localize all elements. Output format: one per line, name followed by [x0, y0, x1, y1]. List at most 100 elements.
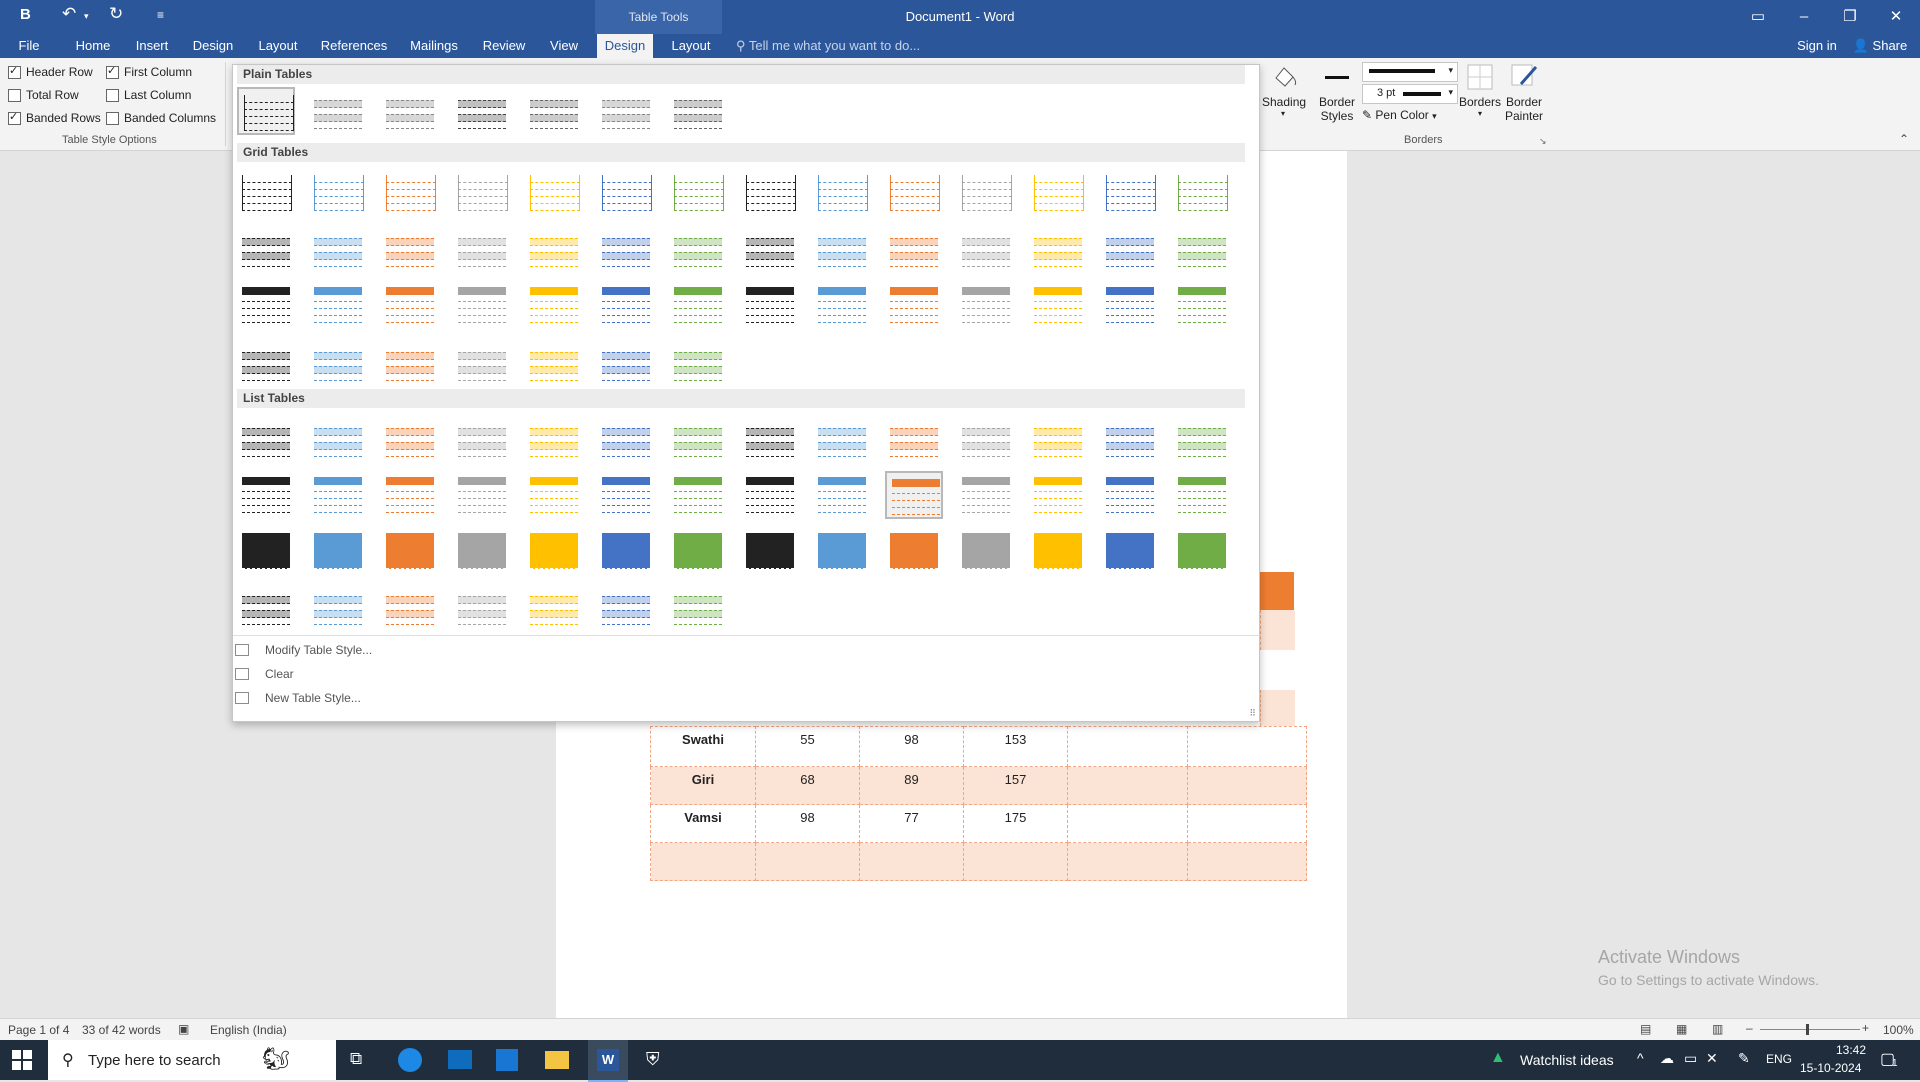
- grid-table-style[interactable]: [525, 281, 583, 329]
- table-cell[interactable]: [1067, 766, 1188, 805]
- grid-table-style[interactable]: [1029, 169, 1087, 217]
- proofing-icon[interactable]: ▣: [178, 1022, 189, 1036]
- list-table-style[interactable]: [525, 527, 583, 575]
- grid-table-style[interactable]: [597, 225, 655, 273]
- word-count[interactable]: 33 of 42 words: [82, 1023, 161, 1037]
- list-table-style[interactable]: [597, 527, 655, 575]
- grid-table-style[interactable]: [453, 281, 511, 329]
- list-table-style[interactable]: [957, 471, 1015, 519]
- collapse-ribbon-icon[interactable]: ⌃: [1899, 132, 1909, 146]
- grid-table-style[interactable]: [453, 225, 511, 273]
- tab-references[interactable]: References: [318, 34, 390, 58]
- grid-table-style[interactable]: [309, 169, 367, 217]
- table-row[interactable]: Vamsi 98 77 175: [650, 804, 1307, 843]
- list-table-style[interactable]: [597, 415, 655, 463]
- read-mode-icon[interactable]: ▤: [1640, 1022, 1651, 1036]
- clock-time[interactable]: 13:42: [1806, 1043, 1866, 1057]
- grid-table-style[interactable]: [309, 281, 367, 329]
- zoom-slider[interactable]: [1760, 1029, 1860, 1030]
- list-table-style[interactable]: [237, 415, 295, 463]
- grid-table-style[interactable]: [885, 281, 943, 329]
- list-table-style[interactable]: [669, 527, 727, 575]
- list-table-style[interactable]: [381, 471, 439, 519]
- list-table-style[interactable]: [1029, 527, 1087, 575]
- list-table-style[interactable]: [453, 527, 511, 575]
- list-table-style[interactable]: [1101, 415, 1159, 463]
- list-table-style[interactable]: [885, 527, 943, 575]
- table-cell[interactable]: Swathi: [650, 726, 756, 767]
- security-shield-icon[interactable]: ⛨: [646, 1049, 660, 1070]
- border-styles-button[interactable]: Border Styles: [1315, 62, 1359, 123]
- grid-table-style[interactable]: [237, 281, 295, 329]
- watchlist-widget[interactable]: Watchlist ideas: [1520, 1052, 1614, 1068]
- table-cell[interactable]: 55: [755, 726, 860, 767]
- list-table-style[interactable]: [453, 415, 511, 463]
- customize-qat-icon[interactable]: ≡: [157, 8, 164, 22]
- language-status[interactable]: English (India): [210, 1023, 287, 1037]
- clear-item[interactable]: Clear: [235, 667, 294, 681]
- table-cell[interactable]: [1187, 726, 1307, 767]
- grid-table-style[interactable]: [1173, 169, 1231, 217]
- grid-table-style[interactable]: [453, 169, 511, 217]
- table-cell[interactable]: 153: [963, 726, 1068, 767]
- grid-table-style[interactable]: [597, 169, 655, 217]
- grid-table-style[interactable]: [381, 339, 439, 387]
- borders-button[interactable]: Borders ▾: [1458, 62, 1502, 118]
- network-icon[interactable]: ▭: [1684, 1050, 1697, 1067]
- banded-rows-checkbox[interactable]: Banded Rows: [8, 110, 101, 125]
- list-table-style[interactable]: [237, 527, 295, 575]
- last-column-checkbox[interactable]: Last Column: [106, 88, 191, 102]
- tab-home[interactable]: Home: [70, 34, 116, 58]
- table-cell[interactable]: [1067, 804, 1188, 843]
- tab-mailings[interactable]: Mailings: [404, 34, 464, 58]
- list-table-style[interactable]: [1173, 527, 1231, 575]
- taskbar-search-box[interactable]: ⚲ Type here to search 🐿: [48, 1040, 336, 1080]
- task-view-icon[interactable]: ⧉: [350, 1049, 362, 1069]
- grid-table-style[interactable]: [1101, 169, 1159, 217]
- grid-table-style[interactable]: [1173, 225, 1231, 273]
- onedrive-icon[interactable]: ☁: [1660, 1050, 1674, 1067]
- table-cell[interactable]: [1067, 842, 1188, 881]
- share-button[interactable]: 👤 Share: [1852, 34, 1908, 58]
- tab-layout[interactable]: Layout: [254, 34, 302, 58]
- grid-table-style[interactable]: [525, 225, 583, 273]
- list-table-style[interactable]: [1029, 415, 1087, 463]
- list-table-style[interactable]: [669, 415, 727, 463]
- pen-workspace-icon[interactable]: ✎: [1738, 1050, 1750, 1067]
- tab-table-layout[interactable]: Layout: [664, 34, 718, 58]
- tab-design[interactable]: Design: [190, 34, 236, 58]
- first-column-checkbox[interactable]: First Column: [106, 64, 192, 79]
- list-table-style[interactable]: [669, 471, 727, 519]
- grid-table-style[interactable]: [381, 225, 439, 273]
- ribbon-display-options-icon[interactable]: ▭: [1735, 0, 1781, 34]
- list-table-style[interactable]: [309, 415, 367, 463]
- grid-table-style[interactable]: [741, 225, 799, 273]
- list-table-style[interactable]: [1101, 471, 1159, 519]
- grid-table-style[interactable]: [453, 339, 511, 387]
- tab-insert[interactable]: Insert: [130, 34, 174, 58]
- table-cell[interactable]: Vamsi: [650, 804, 756, 843]
- table-row[interactable]: Swathi 55 98 153: [650, 726, 1307, 767]
- list-table-style[interactable]: [525, 471, 583, 519]
- grid-table-style[interactable]: [813, 169, 871, 217]
- table-cell[interactable]: [1067, 726, 1188, 767]
- list-table-style[interactable]: [1173, 471, 1231, 519]
- list-table-style[interactable]: [885, 471, 943, 519]
- plain-table-style-6[interactable]: [597, 87, 655, 135]
- border-painter-button[interactable]: Border Painter: [1502, 62, 1546, 123]
- grid-table-style[interactable]: [957, 169, 1015, 217]
- grid-table-style[interactable]: [1101, 281, 1159, 329]
- list-table-style[interactable]: [1101, 527, 1159, 575]
- document-table[interactable]: Swathi 55 98 153 Giri 68 89 157 Vamsi 98…: [650, 726, 1307, 881]
- grid-table-style[interactable]: [597, 339, 655, 387]
- list-table-style[interactable]: [669, 583, 727, 631]
- table-cell[interactable]: Giri: [650, 766, 756, 805]
- grid-table-style[interactable]: [525, 169, 583, 217]
- header-row-checkbox[interactable]: Header Row: [8, 64, 93, 79]
- mail-icon[interactable]: [448, 1050, 472, 1069]
- grid-table-style[interactable]: [1101, 225, 1159, 273]
- show-hidden-icons-icon[interactable]: ^: [1637, 1050, 1644, 1066]
- file-explorer-icon[interactable]: [545, 1051, 569, 1069]
- zoom-in-icon[interactable]: +: [1862, 1021, 1869, 1035]
- dialog-launcher-icon[interactable]: ↘: [1539, 136, 1547, 147]
